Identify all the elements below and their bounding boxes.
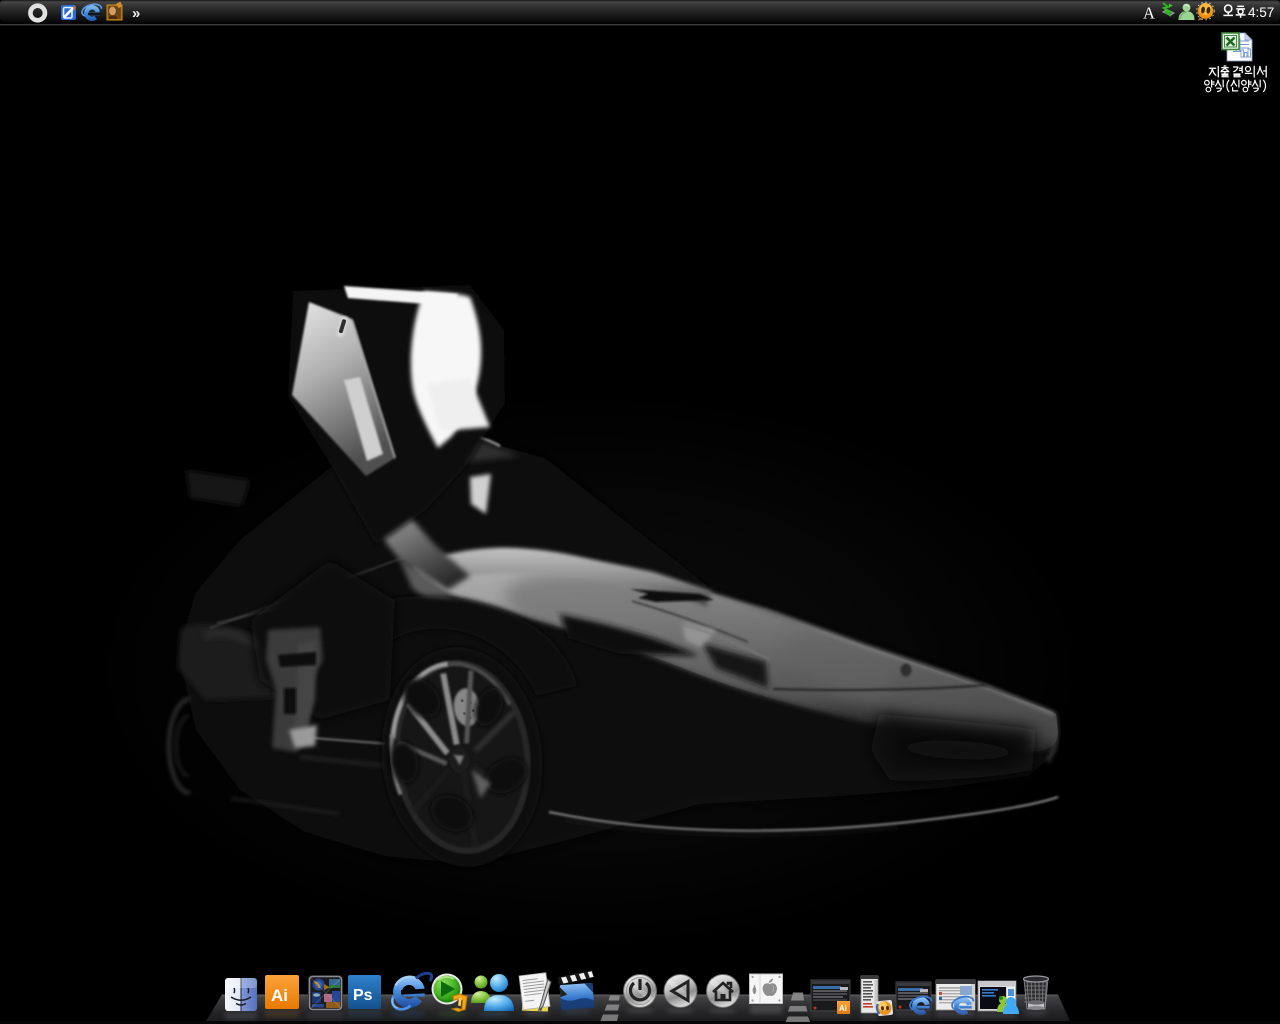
svg-text:Ai: Ai — [839, 1004, 847, 1013]
svg-text:Ai: Ai — [271, 986, 288, 1005]
svg-text:»: » — [132, 5, 140, 22]
svg-text:4:57: 4:57 — [1248, 5, 1274, 20]
svg-text:A: A — [1143, 4, 1155, 23]
svg-text:Ps: Ps — [353, 987, 373, 1004]
